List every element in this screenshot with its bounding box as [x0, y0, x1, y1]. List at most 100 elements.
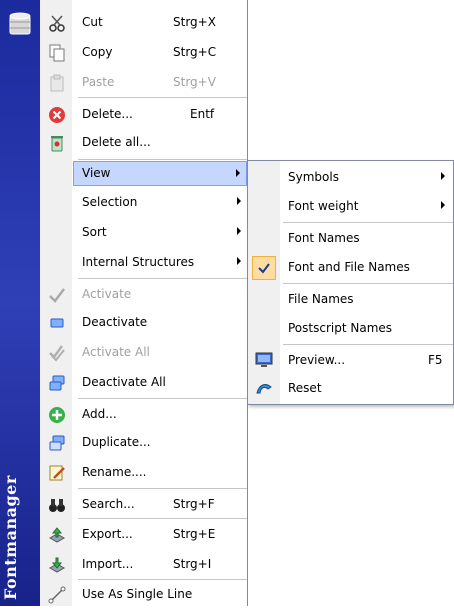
menu-item-copy[interactable]: Copy Strg+C: [40, 38, 247, 68]
menu-item-duplicate[interactable]: Duplicate...: [40, 428, 247, 458]
menu-item-label: Add...: [82, 407, 117, 421]
menu-item-label: Deactivate All: [82, 375, 166, 389]
database-icon: [9, 12, 31, 35]
checkmark-icon: [258, 263, 270, 274]
menu-separator: [78, 278, 247, 279]
submenu-item-font-and-file-names[interactable]: Font and File Names: [248, 253, 453, 283]
menu-item-delete[interactable]: Delete... Entf: [40, 100, 247, 130]
submenu-item-font-names[interactable]: Font Names: [248, 224, 453, 254]
menu-item-label: Activate All: [82, 345, 150, 359]
submenu-separator: [283, 222, 453, 223]
menu-item-label: Copy: [82, 45, 113, 59]
submenu-item-symbols[interactable]: Symbols: [248, 163, 453, 193]
context-menu: Fontmanager Cut Strg+X Copy Strg+C Paste…: [0, 0, 248, 606]
menu-item-label: Duplicate...: [82, 435, 151, 449]
scissors-icon: [49, 15, 65, 32]
submenu-item-shortcut: F5: [428, 353, 443, 367]
deactivate-icon: [50, 318, 64, 328]
menu-item-label: View: [82, 166, 111, 180]
submenu-separator: [283, 344, 453, 345]
menu-item-paste[interactable]: Paste Strg+V: [40, 68, 247, 98]
add-icon: [49, 407, 65, 423]
submenu-item-label: Font weight: [288, 199, 359, 213]
menu-item-shortcut: Strg+C: [173, 45, 217, 59]
menu-item-shortcut: Strg+E: [173, 527, 216, 541]
export-icon: [48, 527, 66, 543]
menu-separator: [78, 488, 247, 489]
menu-item-shortcut: Strg+F: [173, 497, 215, 511]
submenu-item-label: Reset: [288, 381, 322, 395]
menu-item-delete-all[interactable]: Delete all...: [40, 128, 247, 158]
reset-icon: [256, 384, 272, 394]
delete-icon: [49, 107, 65, 123]
copy-icon: [49, 44, 65, 62]
menu-item-deactivate[interactable]: Deactivate: [40, 308, 247, 338]
menu-separator: [78, 159, 247, 160]
menu-item-import[interactable]: Import... Strg+I: [40, 550, 247, 580]
menu-item-internal-structures[interactable]: Internal Structures: [40, 248, 247, 278]
menu-item-label: Internal Structures: [82, 255, 195, 269]
submenu-arrow-icon: [441, 201, 445, 209]
paste-icon: [50, 74, 64, 92]
menu-item-activate[interactable]: Activate: [40, 280, 247, 310]
submenu-arrow-icon: [237, 257, 241, 265]
menu-separator: [78, 398, 247, 399]
binoculars-icon: [49, 499, 65, 512]
menu-item-label: Activate: [82, 287, 132, 301]
submenu-arrow-icon: [441, 172, 445, 180]
menu-item-sort[interactable]: Sort: [40, 218, 247, 248]
menu-item-view[interactable]: View: [73, 161, 247, 186]
single-line-icon: [48, 586, 66, 604]
submenu-item-label: Font and File Names: [288, 260, 410, 274]
submenu-item-label: Preview...: [288, 353, 346, 367]
submenu-arrow-icon: [237, 197, 241, 205]
menu-item-shortcut: Entf: [190, 107, 215, 121]
menu-item-label: Sort: [82, 225, 107, 239]
submenu-arrow-icon: [236, 169, 240, 177]
submenu-item-label: Postscript Names: [288, 321, 393, 335]
trash-icon: [51, 136, 63, 152]
view-submenu: Symbols Font weight Font Names Font and …: [247, 160, 454, 405]
deactivate-all-icon: [49, 375, 65, 391]
menu-item-label: Selection: [82, 195, 138, 209]
menu-item-shortcut: Strg+X: [173, 15, 216, 29]
menu-item-label: Delete...: [82, 107, 133, 121]
submenu-arrow-icon: [237, 227, 241, 235]
menu-item-cut[interactable]: Cut Strg+X: [40, 8, 247, 38]
submenu-item-label: Font Names: [288, 231, 360, 245]
menu-item-label: Search...: [82, 497, 135, 511]
menu-separator: [78, 518, 247, 519]
duplicate-icon: [49, 435, 65, 451]
menu-sidebar: Fontmanager: [0, 0, 40, 606]
activate-icon: [49, 288, 65, 303]
menu-item-shortcut: Strg+I: [173, 557, 212, 571]
menu-item-label: Deactivate: [82, 315, 148, 329]
submenu-separator: [283, 283, 453, 284]
menu-item-search[interactable]: Search... Strg+F: [40, 490, 247, 520]
menu-separator: [78, 97, 247, 98]
submenu-item-file-names[interactable]: File Names: [248, 285, 453, 315]
menu-item-label: Paste: [82, 75, 115, 89]
submenu-item-reset[interactable]: Reset: [248, 374, 453, 404]
submenu-item-preview[interactable]: Preview... F5: [248, 346, 453, 376]
submenu-item-font-weight[interactable]: Font weight: [248, 192, 453, 222]
submenu-item-label: File Names: [288, 292, 354, 306]
menu-item-shortcut: Strg+V: [173, 75, 216, 89]
activate-all-icon: [49, 345, 65, 362]
menu-item-activate-all[interactable]: Activate All: [40, 338, 247, 368]
menu-item-export[interactable]: Export... Strg+E: [40, 520, 247, 550]
monitor-icon: [255, 352, 273, 367]
menu-item-label: Cut: [82, 15, 103, 29]
submenu-item-postscript-names[interactable]: Postscript Names: [248, 314, 453, 344]
menu-item-label: Import...: [82, 557, 134, 571]
menu-item-selection[interactable]: Selection: [40, 188, 247, 218]
menu-item-add[interactable]: Add...: [40, 400, 247, 430]
menu-item-label: Export...: [82, 527, 133, 541]
menu-item-label: Delete all...: [82, 135, 151, 149]
submenu-item-label: Symbols: [288, 170, 339, 184]
app-title: Fontmanager: [1, 475, 20, 600]
menu-item-label: Use As Single Line: [82, 587, 193, 601]
rename-icon: [49, 465, 65, 481]
menu-item-deactivate-all[interactable]: Deactivate All: [40, 368, 247, 398]
menu-item-rename[interactable]: Rename....: [40, 458, 247, 488]
